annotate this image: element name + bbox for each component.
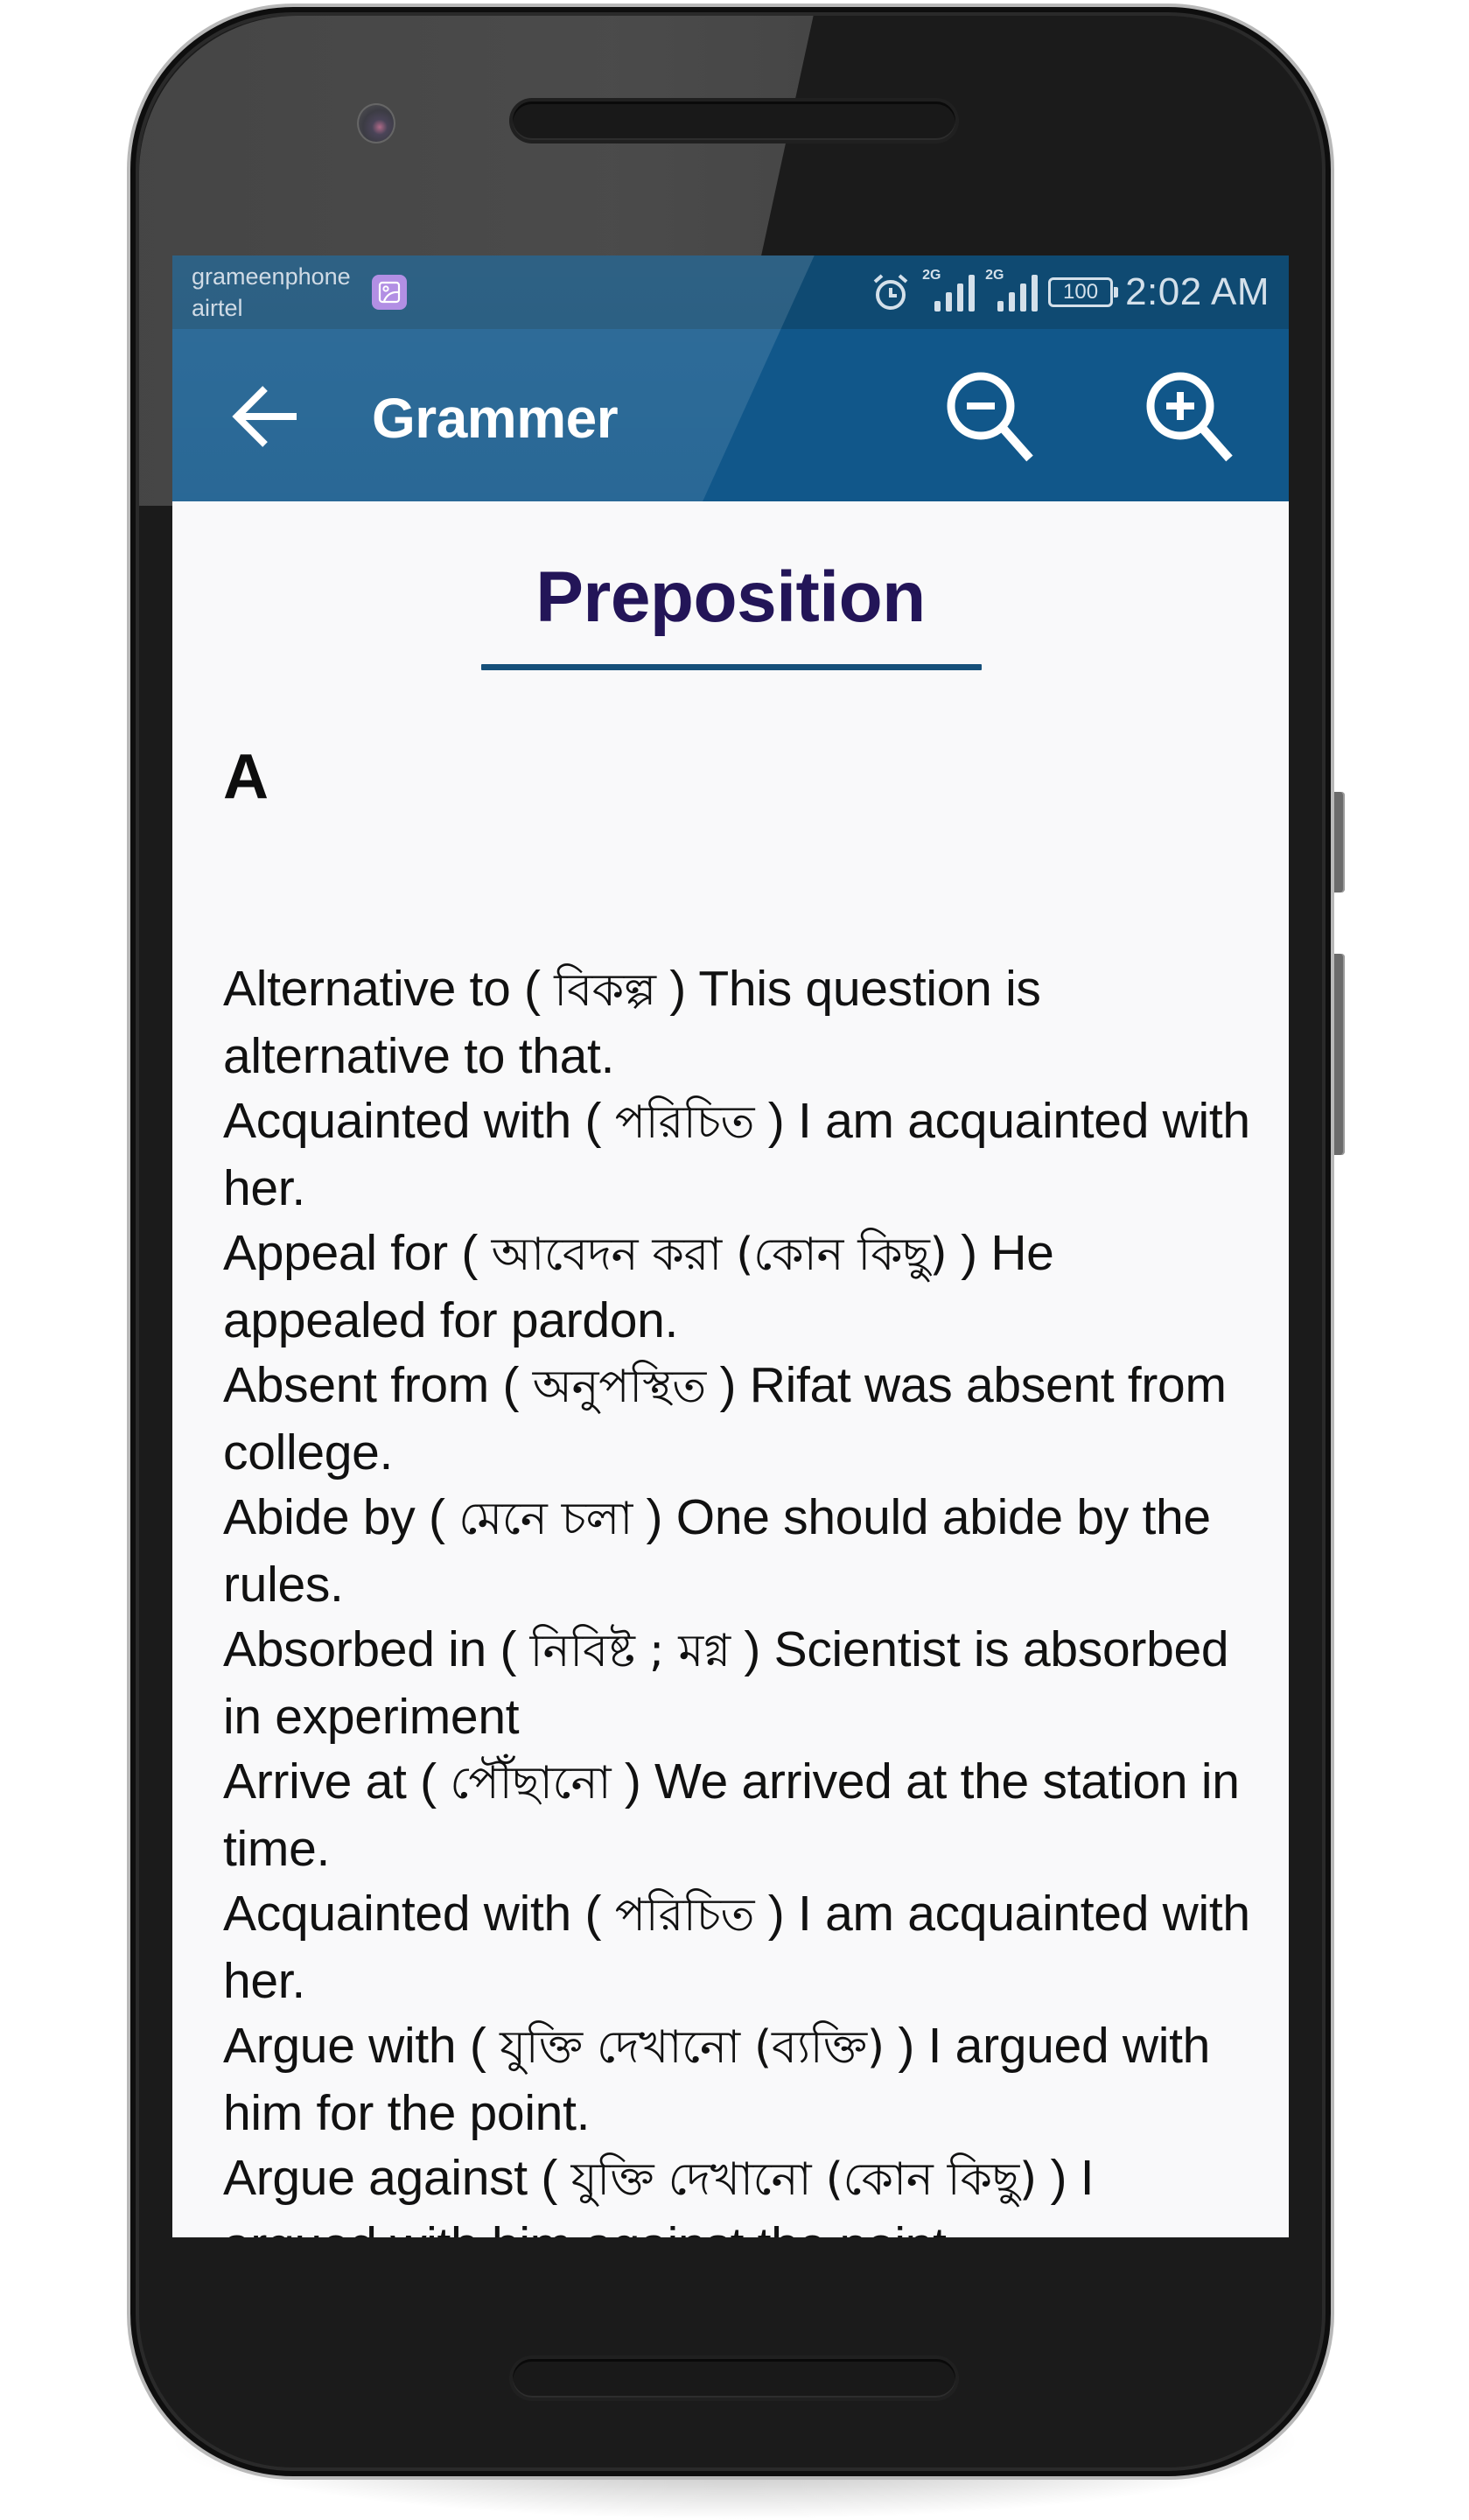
entry-meaning: যুক্তি দেখানো (ব্যক্তি) (500, 2021, 885, 2074)
gallery-image-icon (372, 275, 407, 310)
bottom-speaker (513, 2359, 955, 2398)
page-heading: Preposition (535, 557, 926, 637)
entry-paren-close: ) (1036, 2150, 1081, 2206)
carrier-1: grameenphone (192, 263, 351, 290)
list-item: Acquainted with ( পরিচিত ) I am acquaint… (223, 1088, 1256, 1221)
entry-phrase: Absorbed in (223, 1621, 486, 1677)
network-type-label: 2G (985, 268, 1004, 283)
preposition-list: Alternative to ( বিকল্প ) This question … (223, 956, 1256, 2237)
arrow-left-icon (232, 386, 297, 447)
signal-2g-icon: 2G (922, 268, 976, 317)
list-item: Appeal for ( আবেদন করা (কোন কিছু) ) He a… (223, 1221, 1256, 1353)
entry-phrase: Acquainted with (223, 1886, 571, 1942)
phone-screen: grameenphone airtel 2G 2G 100 2:02 AM Gr… (172, 256, 1289, 2237)
entry-phrase: Argue with (223, 2018, 457, 2074)
entry-paren-close: ) (730, 1621, 774, 1677)
entry-meaning: বিকল্প (554, 964, 656, 1017)
entry-paren-close: ) (633, 1489, 676, 1545)
battery-icon: 100 (1048, 277, 1119, 307)
list-item: Abide by ( মেনে চলা ) One should abide b… (223, 1485, 1256, 1617)
zoom-out-icon (947, 372, 1033, 462)
entry-phrase: Arrive at (223, 1754, 407, 1810)
entry-meaning: আবেদন করা (কোন কিছু) (491, 1228, 948, 1281)
entry-paren-open: ( (456, 2018, 500, 2074)
entry-meaning: পরিচিত (614, 1889, 755, 1942)
status-time: 2:02 AM (1125, 270, 1270, 313)
list-item: Alternative to ( বিকল্প ) This question … (223, 956, 1256, 1088)
list-item: Absent from ( অনুপস্থিত ) Rifat was abse… (223, 1353, 1256, 1485)
status-bar: grameenphone airtel 2G 2G 100 2:02 AM (172, 256, 1289, 329)
entry-paren-open: ( (415, 1489, 459, 1545)
list-item: Argue with ( যুক্তি দেখানো (ব্যক্তি) ) I… (223, 2013, 1256, 2146)
entry-phrase: Abide by (223, 1489, 416, 1545)
entry-paren-open: ( (489, 1357, 533, 1413)
earpiece-speaker (513, 102, 955, 140)
list-item: Argue against ( যুক্তি দেখানো (কোন কিছু)… (223, 2146, 1256, 2237)
app-title: Grammer (372, 387, 619, 450)
alarm-icon (873, 274, 908, 310)
entry-paren-open: ( (510, 961, 555, 1017)
heading-underline (481, 664, 982, 670)
carrier-2: airtel (192, 295, 243, 321)
front-camera (357, 103, 395, 144)
app-bar: Grammer (172, 329, 1289, 501)
entry-phrase: Alternative to (223, 961, 511, 1017)
entry-paren-close: ) (611, 1754, 655, 1810)
entry-meaning: অনুপস্থিত (532, 1361, 706, 1413)
entry-meaning: যুক্তি দেখানো (কোন কিছু) (570, 2153, 1038, 2206)
entry-paren-close: ) (884, 2018, 928, 2074)
entry-meaning: নিবিষ্ট ; মগ্ন (529, 1625, 731, 1677)
status-icons: 2G 2G 100 2:02 AM (871, 266, 1270, 318)
power-button (1334, 792, 1345, 892)
entry-paren-close: ) (754, 1886, 799, 1942)
network-type-label: 2G (922, 268, 941, 283)
list-item: Absorbed in ( নিবিষ্ট ; মগ্ন ) Scientist… (223, 1617, 1256, 1749)
entry-paren-open: ( (406, 1754, 451, 1810)
entry-phrase: Argue against (223, 2150, 528, 2206)
entry-paren-open: ( (570, 1886, 615, 1942)
zoom-out-button[interactable] (939, 364, 1044, 469)
list-item: Acquainted with ( পরিচিত ) I am acquaint… (223, 1881, 1256, 2013)
entry-phrase: Acquainted with (223, 1093, 571, 1149)
entry-paren-open: ( (486, 1621, 530, 1677)
entry-paren-close: ) (705, 1357, 750, 1413)
volume-button (1334, 954, 1345, 1155)
entry-meaning: পৌঁছানো (450, 1757, 612, 1810)
section-letter: A (223, 742, 269, 812)
signal-2g-icon: 2G (985, 268, 1039, 317)
back-button[interactable] (227, 382, 304, 452)
entry-phrase: Appeal for (223, 1225, 448, 1281)
list-item: Arrive at ( পৌঁছানো ) We arrived at the … (223, 1749, 1256, 1881)
zoom-in-button[interactable] (1138, 364, 1243, 469)
entry-paren-close: ) (655, 961, 699, 1017)
entry-paren-open: ( (447, 1225, 492, 1281)
entry-paren-close: ) (754, 1093, 799, 1149)
entry-phrase: Absent from (223, 1357, 489, 1413)
entry-paren-open: ( (570, 1093, 615, 1149)
entry-paren-close: ) (947, 1225, 991, 1281)
content-area: Preposition A Alternative to ( বিকল্প ) … (172, 501, 1289, 2237)
entry-meaning: মেনে চলা (458, 1493, 633, 1545)
zoom-in-icon (1146, 372, 1233, 462)
entry-meaning: পরিচিত (614, 1096, 755, 1149)
entry-paren-open: ( (527, 2150, 571, 2206)
